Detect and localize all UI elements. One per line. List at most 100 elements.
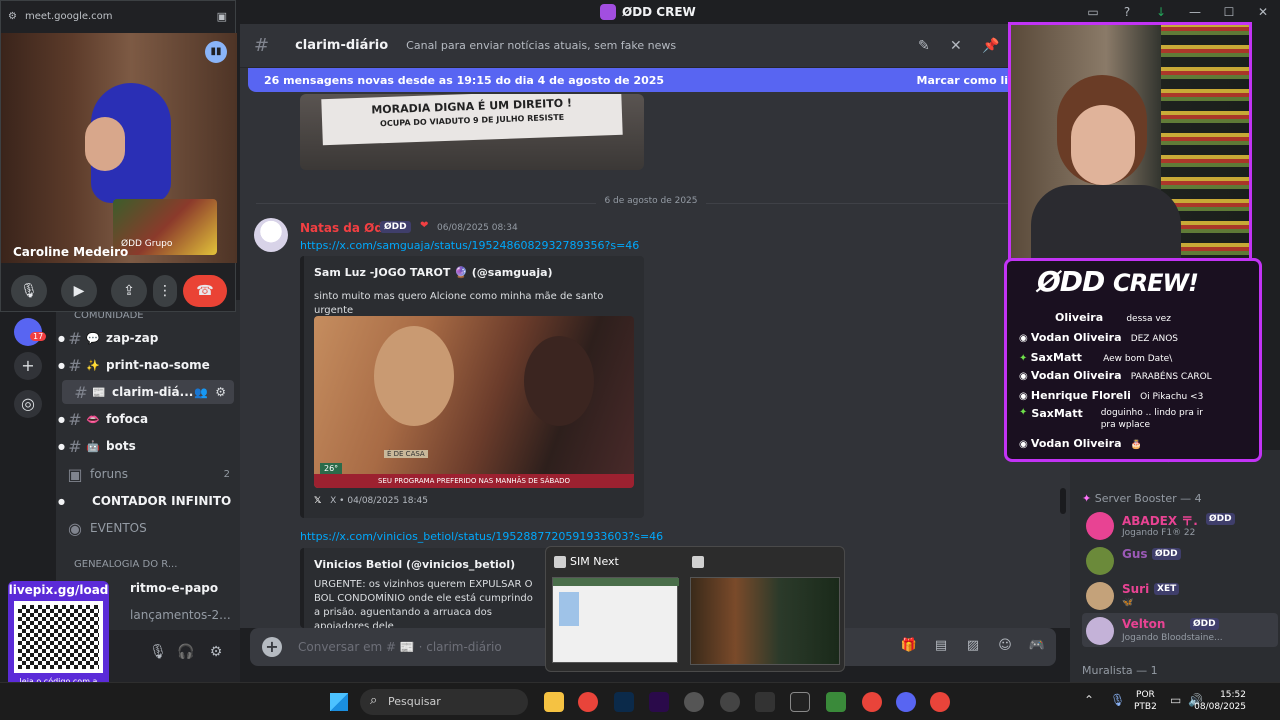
language-line: PTB2 — [1134, 702, 1157, 712]
add-member-icon[interactable]: 👥 — [194, 386, 208, 399]
member-row[interactable]: Gus ØDD — [1082, 543, 1278, 577]
thread-contador-infinito[interactable]: ● CONTADOR INFINITO — [56, 489, 240, 513]
discover-icon[interactable]: ◎ — [14, 390, 42, 418]
member-name: Velton — [1122, 617, 1166, 631]
scrollbar[interactable] — [1060, 488, 1066, 514]
channel-name: clarim-diá... — [112, 385, 194, 399]
camera-icon[interactable]: ▶ — [61, 275, 97, 307]
embed-image[interactable]: É DE CASA 26° SEU PROGRAMA PREFERIDO NAS… — [314, 316, 634, 488]
logo-text: CREW! — [1113, 269, 1199, 297]
rail-badge: 17 — [30, 332, 47, 341]
system-clock[interactable]: 15:52 08/08/2025 — [1194, 689, 1246, 713]
minimize-icon[interactable]: — — [1178, 5, 1212, 19]
channel-emoji: 🤖 — [86, 439, 100, 453]
return-to-tab-icon[interactable]: ▣ — [217, 10, 227, 23]
member-row[interactable]: Suri XET 🦋 — [1082, 578, 1278, 612]
composer-placeholder: Conversar em # 📰 · clarim-diário — [298, 640, 502, 654]
channel-emoji: 💬 — [86, 331, 100, 345]
protest-image[interactable]: MORADIA DIGNA É UM DIREITO ! OCUPA DO VI… — [300, 94, 644, 170]
chat-line: ✦ SaxMatt Aew bom Date\ — [1019, 351, 1172, 364]
microphone-icon[interactable]: 🎙 — [11, 275, 47, 307]
channel-fofoca[interactable]: ● # 👄 fofoca — [56, 407, 240, 431]
help-icon[interactable]: ? — [1110, 5, 1144, 19]
maximize-icon[interactable]: ☐ — [1212, 5, 1246, 19]
app-icon[interactable] — [755, 692, 775, 712]
taskbar-search[interactable]: ⌕ Pesquisar — [360, 689, 528, 715]
channel-print-nao-some[interactable]: ● # ✨ print-nao-some — [56, 353, 240, 377]
message-author[interactable]: Natas da Ødd — [300, 221, 392, 235]
member-status: Jogando Bloodstaine... — [1122, 633, 1223, 643]
member-row[interactable]: ABADEX 〒. ØDD Jogando F1® 22 — [1082, 508, 1278, 542]
photoshop-icon[interactable] — [614, 692, 634, 712]
stream-chat-overlay: ØDD CREW! Oliveira dessa vez ◉ Vodan Oli… — [1004, 258, 1262, 462]
role-tag: ØDD — [380, 221, 411, 233]
windows-start-icon[interactable] — [330, 693, 348, 711]
embed-author[interactable]: Vinicios Betiol (@vinicios_betiol) — [314, 558, 515, 571]
discord-icon[interactable] — [896, 692, 916, 712]
speaking-indicator-icon: ▮▮ — [205, 41, 227, 63]
chat-user: Vodan Oliveira — [1030, 437, 1122, 450]
forum-count: 2 — [223, 468, 230, 480]
site-settings-icon[interactable]: ⚙ — [8, 11, 17, 22]
chevron-up-icon[interactable]: ⌃ — [1084, 693, 1094, 707]
category-genealogia[interactable]: GENEALOGIA DO R... — [74, 559, 177, 570]
sticker-icon[interactable]: ▨ — [964, 638, 982, 656]
embed-author[interactable]: Sam Luz -JOGO TAROT 🔮 (@samguaja) — [314, 266, 553, 279]
channel-foruns[interactable]: ▣ foruns 2 — [56, 462, 240, 486]
chat-line: ◉ Vodan Oliveira DEZ ANOS — [1019, 331, 1178, 344]
end-call-button[interactable]: ☎ — [183, 275, 227, 307]
message-link[interactable]: https://x.com/samguaja/status/1952486082… — [300, 239, 639, 252]
app-icon[interactable] — [790, 692, 810, 712]
chat-line: ◉ Vodan Oliveira PARABÉNS CAROL — [1019, 369, 1212, 382]
message-link[interactable]: https://x.com/vinicios_betiol/status/195… — [300, 530, 663, 543]
channel-eventos[interactable]: ◉ EVENTOS — [56, 516, 240, 540]
channel-zap-zap[interactable]: ● # 💬 zap-zap — [56, 326, 240, 350]
mute-icon[interactable]: ✕ — [950, 38, 968, 56]
preview-thumbnail[interactable] — [552, 577, 679, 663]
mark-read-button[interactable]: Marcar como li — [917, 74, 1008, 87]
user-avatar-icon: ◉ — [1019, 371, 1028, 382]
microphone-icon[interactable]: 🎙 — [148, 644, 168, 664]
channel-clarim-diario[interactable]: # 📰 clarim-diá... 👥 ⚙ — [62, 380, 234, 404]
chrome-icon[interactable] — [930, 692, 950, 712]
emoji-icon[interactable]: ☺ — [996, 638, 1014, 656]
file-explorer-icon[interactable] — [544, 692, 564, 712]
obs-icon[interactable] — [684, 692, 704, 712]
pin-icon[interactable]: 📌 — [982, 38, 1000, 56]
user-settings-icon[interactable]: ⚙ — [206, 644, 226, 664]
headphones-icon[interactable]: 🎧 — [176, 644, 196, 664]
avatar[interactable] — [254, 218, 288, 252]
new-messages-banner[interactable]: 26 mensagens novas desde as 19:15 do dia… — [248, 68, 1048, 92]
game-icon[interactable]: 🎮 — [1028, 638, 1046, 656]
chrome-icon[interactable] — [862, 692, 882, 712]
add-server-icon[interactable]: + — [14, 352, 42, 380]
participant-name: Caroline Medeiro — [13, 245, 129, 259]
gif-icon[interactable]: ▤ — [932, 638, 950, 656]
network-icon[interactable]: ▭ — [1170, 693, 1181, 707]
add-attachment-icon[interactable]: + — [262, 637, 282, 657]
preview-thumbnail[interactable] — [690, 577, 840, 665]
server-title-text: ØDD CREW — [622, 5, 696, 19]
channel-bots[interactable]: ● # 🤖 bots — [56, 434, 240, 458]
present-screen-icon[interactable]: ⇪ — [111, 275, 147, 307]
premiere-icon[interactable] — [649, 692, 669, 712]
user-avatar-icon: ◉ — [1019, 439, 1028, 450]
download-icon[interactable]: ↓ — [1144, 5, 1178, 19]
member-row[interactable]: Velton ØDD Jogando Bloodstaine... — [1082, 613, 1278, 647]
app-icon[interactable] — [720, 692, 740, 712]
app-icon[interactable] — [826, 692, 846, 712]
more-options-icon[interactable]: ⋮ — [153, 275, 177, 307]
message-list: MORADIA DIGNA É UM DIREITO ! OCUPA DO VI… — [240, 68, 1070, 628]
embed-text: URGENTE: os vizinhos querem EXPULSAR O B… — [314, 579, 533, 628]
microphone-icon[interactable]: 🎙 — [1110, 693, 1125, 707]
language-indicator[interactable]: POR PTB2 — [1134, 689, 1157, 713]
close-icon[interactable]: ✕ — [1246, 5, 1280, 19]
gift-icon[interactable]: 🎁 — [900, 638, 918, 656]
inbox-icon[interactable]: ▭ — [1076, 5, 1110, 19]
gear-icon[interactable]: ⚙ — [215, 385, 226, 399]
avatar — [1086, 582, 1114, 610]
channel-topic[interactable]: Canal para enviar notícias atuais, sem f… — [406, 39, 676, 52]
chat-msg: Oi Pikachu <3 — [1140, 392, 1204, 402]
threads-icon[interactable]: ✎ — [918, 38, 936, 56]
chrome-icon[interactable] — [578, 692, 598, 712]
